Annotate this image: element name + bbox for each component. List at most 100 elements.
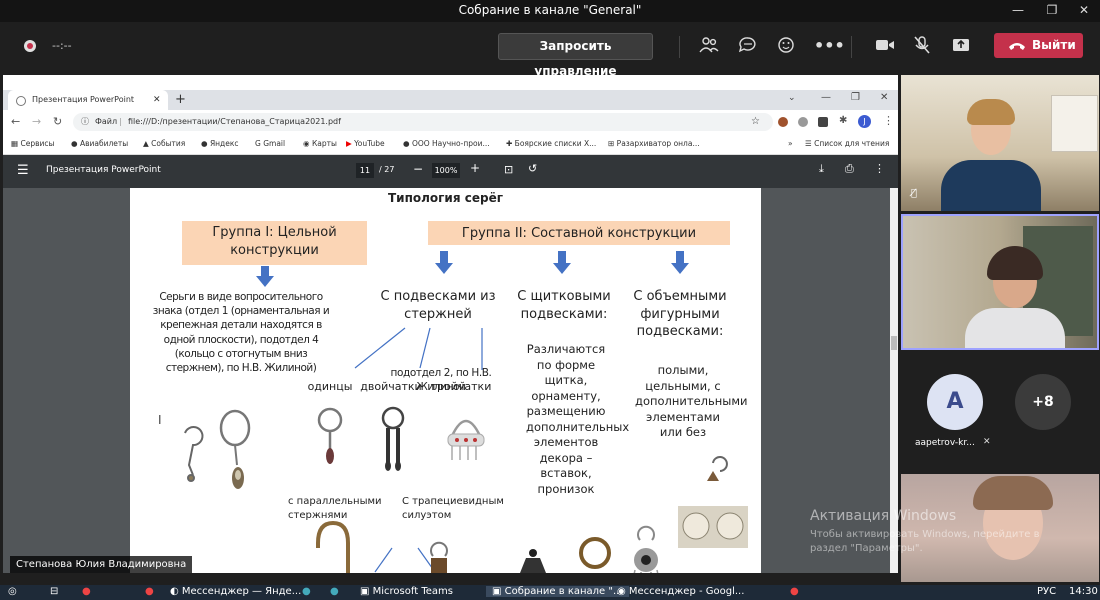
profile-avatar[interactable]: J bbox=[858, 115, 871, 128]
keyboard-language[interactable]: РУС bbox=[1037, 586, 1056, 597]
active-speaker-video-tile[interactable] bbox=[901, 214, 1099, 350]
participants-icon[interactable] bbox=[697, 36, 721, 58]
earring-parallel-image bbox=[316, 520, 350, 573]
phone-hangup-icon bbox=[1009, 43, 1025, 50]
hamburger-menu-icon[interactable]: ☰ bbox=[17, 163, 29, 178]
bookmark-item[interactable]: ● Авиабилеты bbox=[71, 139, 128, 148]
minimize-icon[interactable]: — bbox=[1002, 0, 1034, 22]
earring-filigree-image bbox=[678, 506, 748, 548]
tab-close-icon[interactable]: ✕ bbox=[153, 90, 161, 110]
puzzle-icon[interactable]: ✱ bbox=[839, 115, 847, 126]
windows-activation-title: Активация Windows bbox=[810, 508, 957, 524]
browser-tab-strip: Презентация PowerPoint ✕ + ⌄ — ❐ ✕ bbox=[3, 90, 898, 110]
browser-restore-icon[interactable]: ❐ bbox=[851, 92, 860, 103]
extension-icon[interactable] bbox=[818, 117, 828, 127]
reload-icon[interactable]: ↻ bbox=[53, 115, 62, 128]
download-icon[interactable]: ⤓ bbox=[819, 162, 824, 176]
bookmark-item[interactable]: ✚ Боярские списки Х... bbox=[506, 139, 596, 148]
earring-hook-image bbox=[184, 426, 204, 482]
earring-dvoichatki-image bbox=[381, 406, 405, 471]
bookmark-item[interactable]: G Gmail bbox=[255, 139, 285, 148]
participant-muted-icon: 🎙̸ bbox=[911, 188, 918, 199]
print-icon[interactable]: ⎙ bbox=[845, 162, 854, 176]
fit-page-icon[interactable]: ⊡ bbox=[504, 163, 513, 176]
page-number-input[interactable]: 11 bbox=[356, 163, 374, 178]
rotate-icon[interactable]: ↺ bbox=[528, 162, 537, 175]
participant-video-tile[interactable]: 🎙̸ bbox=[901, 75, 1099, 211]
camera-icon[interactable] bbox=[873, 36, 897, 58]
browser-close-icon[interactable]: ✕ bbox=[880, 92, 888, 103]
earring-troichatki-image bbox=[447, 419, 485, 460]
url-scheme-label: Файл bbox=[95, 117, 118, 126]
bookmark-item[interactable]: ▲ События bbox=[143, 139, 185, 148]
pdf-toolbar: ☰ Презентация PowerPoint 11 / 27 − 100% … bbox=[3, 155, 898, 188]
request-control-button[interactable]: Запросить управление bbox=[498, 33, 653, 78]
new-tab-icon[interactable]: + bbox=[175, 92, 186, 107]
bookmarks-overflow-icon[interactable]: » bbox=[788, 139, 793, 148]
browser-tab-title: Презентация PowerPoint bbox=[32, 95, 135, 104]
windows-activation-text: Чтобы активировать Windows, перейдите в … bbox=[810, 529, 1040, 554]
bookmark-star-icon[interactable]: ☆ bbox=[751, 113, 760, 131]
start-icon[interactable]: ◎ bbox=[8, 586, 17, 597]
participant-muted-icon: ✕ bbox=[983, 437, 991, 447]
browser-tab[interactable]: Презентация PowerPoint ✕ bbox=[8, 90, 168, 110]
window-title: Собрание в канале "General" bbox=[458, 3, 642, 17]
pdf-more-icon[interactable]: ⋮ bbox=[874, 162, 885, 175]
leave-button[interactable]: Выйти bbox=[994, 33, 1083, 58]
bookmark-item[interactable]: ● ООО Научно-прои... bbox=[403, 139, 490, 148]
zoom-out-icon[interactable]: − bbox=[413, 162, 423, 176]
meeting-timer: --:-- bbox=[52, 39, 72, 52]
divider bbox=[679, 36, 680, 58]
task-view-icon[interactable]: ⊟ bbox=[50, 586, 58, 597]
more-options-icon[interactable]: ••• bbox=[814, 36, 845, 58]
zoom-level-input[interactable]: 100% bbox=[432, 163, 460, 178]
meeting-toolbar: --:-- Запросить управление ••• Выйти bbox=[0, 22, 1100, 78]
earring-odintsy-image bbox=[317, 407, 343, 464]
taskbar-item[interactable]: ◐ Мессенджер — Яндe... bbox=[170, 586, 301, 597]
pdf-title: Презентация PowerPoint bbox=[46, 165, 161, 175]
browser-address-bar: ← → ↻ ⓘ Файл | file:///D:/презентации/Ст… bbox=[3, 110, 898, 136]
app-icon[interactable]: ● bbox=[145, 586, 154, 597]
back-icon[interactable]: ← bbox=[11, 115, 20, 128]
microphone-muted-icon[interactable] bbox=[910, 36, 934, 58]
taskbar-item-active[interactable]: ▣ Собрание в канале "... bbox=[486, 586, 629, 597]
chat-icon[interactable] bbox=[736, 36, 760, 58]
more-participants-button[interactable]: +8 bbox=[1015, 374, 1071, 430]
browser-minimize-icon[interactable]: — bbox=[821, 92, 831, 103]
taskbar-item[interactable]: ◉ Мессенджер - Googl... bbox=[617, 586, 744, 597]
app-icon[interactable]: ● bbox=[302, 586, 311, 597]
globe-icon bbox=[16, 96, 26, 106]
app-icon[interactable]: ● bbox=[82, 586, 91, 597]
restore-icon[interactable]: ❐ bbox=[1036, 0, 1068, 22]
bookmarks-bar: ▦ Сервисы ● Авиабилеты ▲ События ● Яндек… bbox=[3, 135, 898, 155]
earring-openwork-image bbox=[520, 537, 611, 573]
bookmark-item[interactable]: ▦ Сервисы bbox=[11, 139, 54, 148]
url-field[interactable]: ⓘ Файл | file:///D:/презентации/Степанов… bbox=[73, 113, 773, 131]
clock[interactable]: 14:30 bbox=[1069, 586, 1098, 597]
participant-avatar[interactable]: A bbox=[927, 374, 983, 430]
recording-indicator-icon bbox=[24, 40, 36, 52]
share-screen-icon[interactable] bbox=[949, 36, 973, 58]
teams-title-bar: Собрание в канале "General" — ❐ ✕ bbox=[0, 0, 1100, 22]
windows-taskbar: ◎ ⊟ ● ● ◐ Мессенджер — Яндe... ● ● ▣ Mic… bbox=[0, 585, 1100, 600]
forward-icon[interactable]: → bbox=[32, 115, 41, 128]
text-cursor-icon: I bbox=[158, 413, 162, 427]
browser-menu-icon[interactable]: ⋮ bbox=[883, 114, 894, 127]
taskbar-item[interactable]: ▣ Microsoft Teams bbox=[360, 586, 453, 597]
leave-label: Выйти bbox=[1032, 38, 1076, 52]
reading-list[interactable]: ☰ Список для чтения bbox=[805, 139, 889, 148]
app-icon[interactable]: ● bbox=[330, 586, 339, 597]
reactions-icon[interactable] bbox=[775, 36, 799, 58]
bookmark-item[interactable]: ● Яндекс bbox=[201, 139, 239, 148]
bookmark-item[interactable]: ⊞ Разархиватор онла... bbox=[608, 139, 700, 148]
close-icon[interactable]: ✕ bbox=[1068, 0, 1100, 22]
extension-icon[interactable] bbox=[778, 117, 788, 127]
extension-icon[interactable] bbox=[798, 117, 808, 127]
slide-page: Типология серёг Группа I: Цельной констр… bbox=[130, 188, 761, 573]
bookmark-item[interactable]: ▶ YouTube bbox=[346, 139, 385, 148]
tab-search-icon[interactable]: ⌄ bbox=[788, 93, 796, 103]
bookmark-item[interactable]: ◉ Карты bbox=[303, 139, 337, 148]
zoom-in-icon[interactable]: + bbox=[470, 161, 480, 175]
earring-trapez-image bbox=[430, 541, 448, 573]
tray-icon[interactable]: ● bbox=[790, 586, 799, 597]
